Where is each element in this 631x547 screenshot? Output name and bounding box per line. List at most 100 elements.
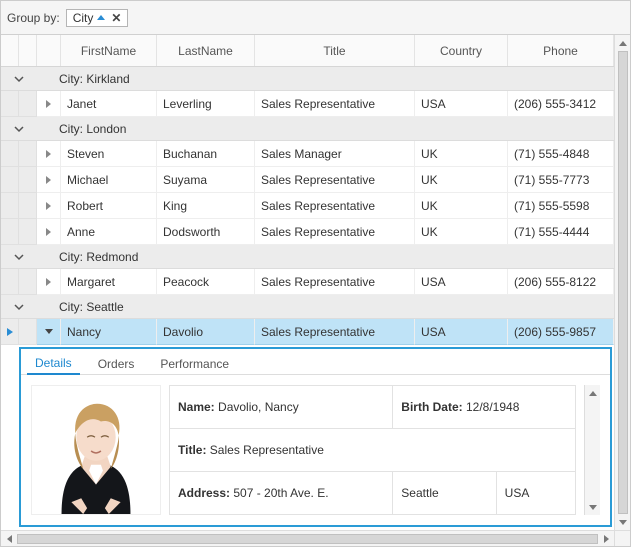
cell-phone: (206) 555-9857 xyxy=(508,319,614,345)
scroll-up-icon[interactable] xyxy=(617,37,629,49)
cell-firstname: Robert xyxy=(61,193,157,219)
detail-name-value: Davolio, Nancy xyxy=(218,400,299,414)
scroll-down-icon[interactable] xyxy=(587,501,599,513)
tab-orders[interactable]: Orders xyxy=(90,354,143,374)
group-header-label: City: Redmond xyxy=(55,245,614,268)
cell-firstname: Nancy xyxy=(61,319,157,345)
header-expand-col xyxy=(37,35,61,66)
detail-tab-strip: Details Orders Performance xyxy=(21,349,610,375)
cell-country: USA xyxy=(415,91,508,117)
column-header-country[interactable]: Country xyxy=(415,35,508,66)
group-row[interactable]: City: Redmond xyxy=(1,245,614,269)
collapse-row-icon[interactable] xyxy=(37,319,61,345)
sort-ascending-icon xyxy=(97,15,105,20)
data-grid-window: Group by: City ✕ FirstName LastName Titl… xyxy=(0,0,631,547)
row-indicator xyxy=(1,167,19,193)
detail-birth-value: 12/8/1948 xyxy=(466,400,519,414)
header-indent xyxy=(1,35,19,66)
detail-city-value: Seattle xyxy=(393,472,496,515)
cell-lastname: Suyama xyxy=(157,167,255,193)
rows-container: City: KirklandJanetLeverlingSales Repres… xyxy=(1,67,614,345)
group-header-label: City: Kirkland xyxy=(55,67,614,90)
detail-vertical-scrollbar[interactable] xyxy=(584,385,600,515)
group-panel: Group by: City ✕ xyxy=(1,1,630,35)
table-row[interactable]: MargaretPeacockSales RepresentativeUSA(2… xyxy=(1,269,614,295)
bottom-scroll-row xyxy=(1,530,630,546)
cell-title: Sales Manager xyxy=(255,141,415,167)
row-indicator xyxy=(1,269,19,295)
scrollbar-thumb[interactable] xyxy=(618,51,628,514)
table-row[interactable]: RobertKingSales RepresentativeUK(71) 555… xyxy=(1,193,614,219)
column-header-firstname[interactable]: FirstName xyxy=(61,35,157,66)
detail-country-value: USA xyxy=(496,472,575,515)
row-indent xyxy=(19,167,37,193)
expand-row-icon[interactable] xyxy=(37,167,61,193)
group-header-label: City: Seattle xyxy=(55,295,614,318)
row-indent xyxy=(19,193,37,219)
triangle-right-icon xyxy=(46,176,51,184)
current-row-icon xyxy=(7,328,13,336)
table-row[interactable]: StevenBuchananSales ManagerUK(71) 555-48… xyxy=(1,141,614,167)
expand-row-icon[interactable] xyxy=(37,193,61,219)
row-indent xyxy=(19,269,37,295)
triangle-down-icon xyxy=(45,329,53,334)
row-indicator xyxy=(1,319,19,345)
chevron-down-icon[interactable] xyxy=(1,295,37,318)
table-row[interactable]: JanetLeverlingSales RepresentativeUSA(20… xyxy=(1,91,614,117)
expand-row-icon[interactable] xyxy=(37,269,61,295)
scroll-up-icon[interactable] xyxy=(587,387,599,399)
chevron-down-icon[interactable] xyxy=(1,117,37,140)
vertical-scrollbar[interactable] xyxy=(614,35,630,530)
cell-phone: (71) 555-4848 xyxy=(508,141,614,167)
cell-lastname: Davolio xyxy=(157,319,255,345)
cell-country: UK xyxy=(415,167,508,193)
table-row[interactable]: NancyDavolioSales RepresentativeUSA(206)… xyxy=(1,319,614,345)
cell-firstname: Steven xyxy=(61,141,157,167)
group-tag-city[interactable]: City ✕ xyxy=(66,9,129,27)
chevron-down-icon[interactable] xyxy=(1,245,37,268)
cell-phone: (71) 555-7773 xyxy=(508,167,614,193)
scrollbar-corner xyxy=(614,530,630,546)
group-tag-label: City xyxy=(73,11,94,25)
row-indicator xyxy=(1,219,19,245)
grid-area: FirstName LastName Title Country Phone C… xyxy=(1,35,614,530)
scroll-down-icon[interactable] xyxy=(617,516,629,528)
expand-row-icon[interactable] xyxy=(37,141,61,167)
cell-country: USA xyxy=(415,319,508,345)
row-indent xyxy=(19,91,37,117)
cell-firstname: Michael xyxy=(61,167,157,193)
expand-row-icon[interactable] xyxy=(37,91,61,117)
group-header-label: City: London xyxy=(55,117,614,140)
cell-title: Sales Representative xyxy=(255,167,415,193)
cell-title: Sales Representative xyxy=(255,219,415,245)
remove-group-icon[interactable]: ✕ xyxy=(109,11,123,25)
detail-address-value: 507 - 20th Ave. E. xyxy=(233,486,328,500)
scrollbar-thumb[interactable] xyxy=(17,534,598,544)
cell-phone: (71) 555-5598 xyxy=(508,193,614,219)
cell-phone: (71) 555-4444 xyxy=(508,219,614,245)
group-by-label: Group by: xyxy=(7,11,60,25)
group-row[interactable]: City: Seattle xyxy=(1,295,614,319)
cell-country: USA xyxy=(415,269,508,295)
chevron-down-icon[interactable] xyxy=(1,67,37,90)
scroll-right-icon[interactable] xyxy=(600,533,612,545)
tab-details[interactable]: Details xyxy=(27,353,80,375)
row-indicator xyxy=(1,141,19,167)
tab-performance[interactable]: Performance xyxy=(152,354,237,374)
row-indent xyxy=(19,319,37,345)
group-row[interactable]: City: London xyxy=(1,117,614,141)
table-row[interactable]: AnneDodsworthSales RepresentativeUK(71) … xyxy=(1,219,614,245)
group-row[interactable]: City: Kirkland xyxy=(1,67,614,91)
triangle-right-icon xyxy=(46,228,51,236)
cell-firstname: Anne xyxy=(61,219,157,245)
horizontal-scrollbar[interactable] xyxy=(1,530,614,546)
row-indent xyxy=(19,141,37,167)
detail-info-grid: Name: Davolio, Nancy Birth Date: 12/8/19… xyxy=(169,385,576,515)
expand-row-icon[interactable] xyxy=(37,219,61,245)
column-header-title[interactable]: Title xyxy=(255,35,415,66)
column-header-phone[interactable]: Phone xyxy=(508,35,614,66)
cell-title: Sales Representative xyxy=(255,319,415,345)
table-row[interactable]: MichaelSuyamaSales RepresentativeUK(71) … xyxy=(1,167,614,193)
column-header-lastname[interactable]: LastName xyxy=(157,35,255,66)
scroll-left-icon[interactable] xyxy=(3,533,15,545)
